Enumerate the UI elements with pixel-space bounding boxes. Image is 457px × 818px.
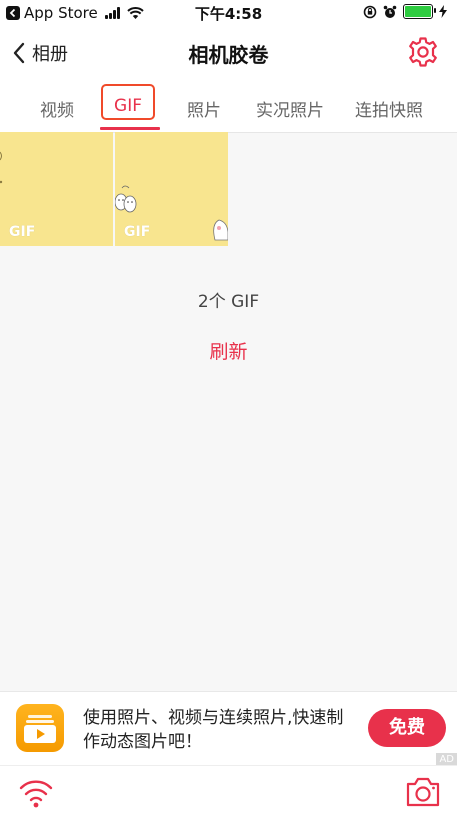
tab-live-photo[interactable]: 实况照片 [253,96,327,121]
battery-level [405,6,431,17]
orientation-lock-icon [363,5,377,18]
free-download-button[interactable]: 免费 [368,709,446,747]
tab-photo[interactable]: 照片 [185,96,223,121]
ad-banner[interactable]: 使用照片、视频与连续照片,快速制作动态图片吧！ 免费 AD [0,691,457,766]
tab-gif[interactable]: GIF [101,96,155,116]
page-title: 相机胶卷 [188,43,269,67]
media-type-tabs: 视频 GIF 照片 实况照片 连拍快照 [0,78,457,133]
nav-bar: 相册 相机胶卷 [0,26,457,78]
play-folder-icon [24,715,56,743]
alarm-icon [383,5,397,18]
app-icon [16,704,64,752]
gif-count: 2个 GIF [197,292,260,312]
back-button[interactable]: 相册 [12,40,68,66]
camera-icon[interactable] [405,775,441,809]
gif-badge: GIF [9,224,36,240]
battery-icon [403,4,436,19]
wifi-icon[interactable] [18,776,54,810]
app-screen: App Store 下午4:58 相册 相机胶卷 视频 GIF 照片 实况照片 … [0,0,457,818]
bottom-toolbar [0,765,457,818]
chevron-left-icon [13,42,25,64]
gif-badge: GIF [124,224,151,240]
tab-video[interactable]: 视频 [38,96,76,121]
status-right [357,4,447,19]
ad-text: 使用照片、视频与连续照片,快速制作动态图片吧！ [83,708,344,752]
gear-icon[interactable] [407,36,439,68]
status-bar: App Store 下午4:58 [0,0,457,26]
tab-burst[interactable]: 连拍快照 [352,96,426,121]
refresh-button[interactable]: 刷新 [0,337,457,364]
back-button-label: 相册 [32,44,68,65]
active-tab-indicator [100,127,160,130]
charging-icon [439,5,447,18]
gif-thumbnail[interactable]: GIF [115,132,228,246]
gif-thumbnail[interactable]: GIF [0,132,113,246]
